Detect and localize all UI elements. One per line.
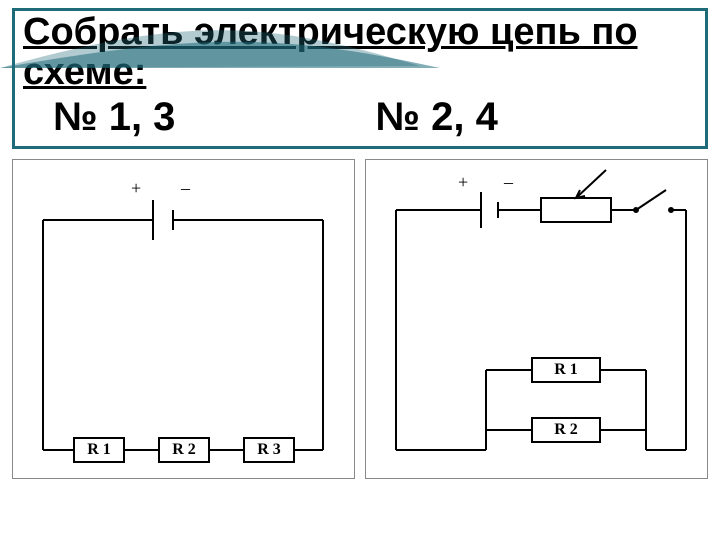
page-title: Собрать электрическую цепь по схеме: xyxy=(23,13,697,93)
battery-minus-icon: – xyxy=(504,172,513,193)
circuit-parallel-panel: + – R 1 R 2 xyxy=(365,159,708,479)
circuit-series-panel: + – R 1 R 2 R 3 xyxy=(12,159,355,479)
circuit-series-svg xyxy=(13,160,353,480)
battery-plus-icon: + xyxy=(458,172,468,193)
label-right: № 2, 4 xyxy=(375,95,497,140)
resistor-r1: R 1 xyxy=(531,357,601,383)
battery-minus-icon: – xyxy=(181,178,190,199)
diagrams-row: + – R 1 R 2 R 3 xyxy=(0,155,720,479)
label-left: № 1, 3 xyxy=(53,95,175,140)
title-box: Собрать электрическую цепь по схеме: № 1… xyxy=(12,8,708,149)
resistor-r2: R 2 xyxy=(531,417,601,443)
subtitle-row: № 1, 3 № 2, 4 xyxy=(23,93,697,140)
resistor-r1: R 1 xyxy=(73,437,125,463)
resistor-r2: R 2 xyxy=(158,437,210,463)
battery-plus-icon: + xyxy=(131,178,141,199)
resistor-r3: R 3 xyxy=(243,437,295,463)
